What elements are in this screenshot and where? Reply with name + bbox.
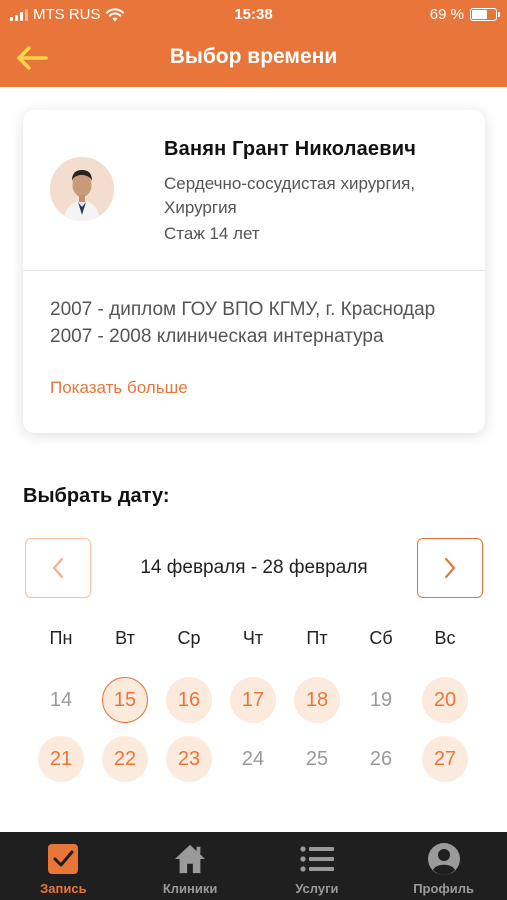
calendar-day[interactable]: 21 <box>38 736 84 782</box>
prev-week-button[interactable] <box>25 538 91 598</box>
chevron-right-icon <box>444 557 456 579</box>
calendar-day[interactable]: 18 <box>294 677 340 723</box>
calendar-days: 14 15 16 17 18 19 20 21 22 23 24 25 26 27 <box>29 677 479 782</box>
calendar-day-cell: 25 <box>285 736 349 782</box>
user-icon <box>427 842 461 876</box>
calendar-day-cell: 24 <box>221 736 285 782</box>
tab-label: Профиль <box>413 881 475 896</box>
list-icon <box>300 842 334 876</box>
date-range-label: 14 февраля - 28 февраля <box>140 557 368 578</box>
calendar-day-cell: 22 <box>93 736 157 782</box>
calendar-day[interactable]: 17 <box>230 677 276 723</box>
calendar-day-cell: 19 <box>349 677 413 723</box>
calendar-day[interactable]: 20 <box>422 677 468 723</box>
tab-label: Услуги <box>295 881 339 896</box>
calendar-day-cell: 26 <box>349 736 413 782</box>
weekday-label: Ср <box>177 628 201 648</box>
doctor-experience: Стаж 14 лет <box>164 224 260 243</box>
calendar-day: 24 <box>241 747 265 770</box>
calendar-day-cell: 21 <box>29 736 93 782</box>
weekday-header: Пн Вт Ср Чт Пт Сб Вс <box>29 628 479 649</box>
tab-label: Запись <box>40 881 87 896</box>
tab-label: Клиники <box>162 881 218 896</box>
calendar-day: 14 <box>49 688 73 711</box>
page-title: Выбор времени <box>169 45 338 68</box>
nav-bar: Выбор времени <box>0 30 507 87</box>
chevron-left-icon <box>52 557 64 579</box>
tab-profile[interactable]: Профиль <box>380 832 507 900</box>
battery-percent: 69 % <box>429 6 464 23</box>
calendar-day-cell: 15 <box>93 677 157 723</box>
tab-bar: Запись Клиники Услуги Профиль <box>0 832 507 900</box>
weekday-label: Вс <box>434 628 456 648</box>
weekday-label: Пн <box>49 628 73 648</box>
card-divider <box>23 270 485 271</box>
calendar-day-cell: 23 <box>157 736 221 782</box>
calendar-day[interactable]: 16 <box>166 677 212 723</box>
weekday-label: Пт <box>306 628 328 648</box>
home-icon <box>173 842 207 876</box>
calendar-day-cell: 27 <box>413 736 477 782</box>
battery-info: 69 % <box>429 6 500 23</box>
calendar-day-cell: 20 <box>413 677 477 723</box>
calendar-day-cell: 14 <box>29 677 93 723</box>
next-week-button[interactable] <box>417 538 483 598</box>
doctor-avatar <box>50 157 114 221</box>
calendar-day[interactable]: 27 <box>422 736 468 782</box>
calendar-day-cell: 18 <box>285 677 349 723</box>
calendar-day: 26 <box>369 747 393 770</box>
battery-icon <box>470 8 500 21</box>
weekday-label: Вт <box>115 628 135 648</box>
date-heading: Выбрать дату: <box>23 485 170 507</box>
status-bar: MTS RUS 15:38 69 % <box>0 0 507 30</box>
weekday-label: Сб <box>369 628 393 648</box>
calendar-day-selected[interactable]: 15 <box>102 677 148 723</box>
tab-clinics[interactable]: Клиники <box>127 832 254 900</box>
doctor-education: 2007 - диплом ГОУ ВПО КГМУ, г. Краснодар… <box>50 299 436 347</box>
checkbox-icon <box>46 842 80 876</box>
show-more-link[interactable]: Показать больше <box>50 378 188 398</box>
calendar-day: 25 <box>305 747 329 770</box>
tab-appointment[interactable]: Запись <box>0 832 127 900</box>
doctor-card: Ванян Грант Николаевич Сердечно-сосудист… <box>23 110 485 433</box>
calendar-day-cell: 17 <box>221 677 285 723</box>
doctor-specialty: Сердечно-сосудистая хирургия, Хирургия <box>164 174 416 217</box>
calendar-day[interactable]: 23 <box>166 736 212 782</box>
weekday-label: Чт <box>242 628 264 648</box>
doctor-name: Ванян Грант Николаевич <box>164 138 417 160</box>
calendar-day[interactable]: 22 <box>102 736 148 782</box>
calendar-day-cell: 16 <box>157 677 221 723</box>
calendar-day: 19 <box>369 688 393 711</box>
tab-services[interactable]: Услуги <box>254 832 381 900</box>
